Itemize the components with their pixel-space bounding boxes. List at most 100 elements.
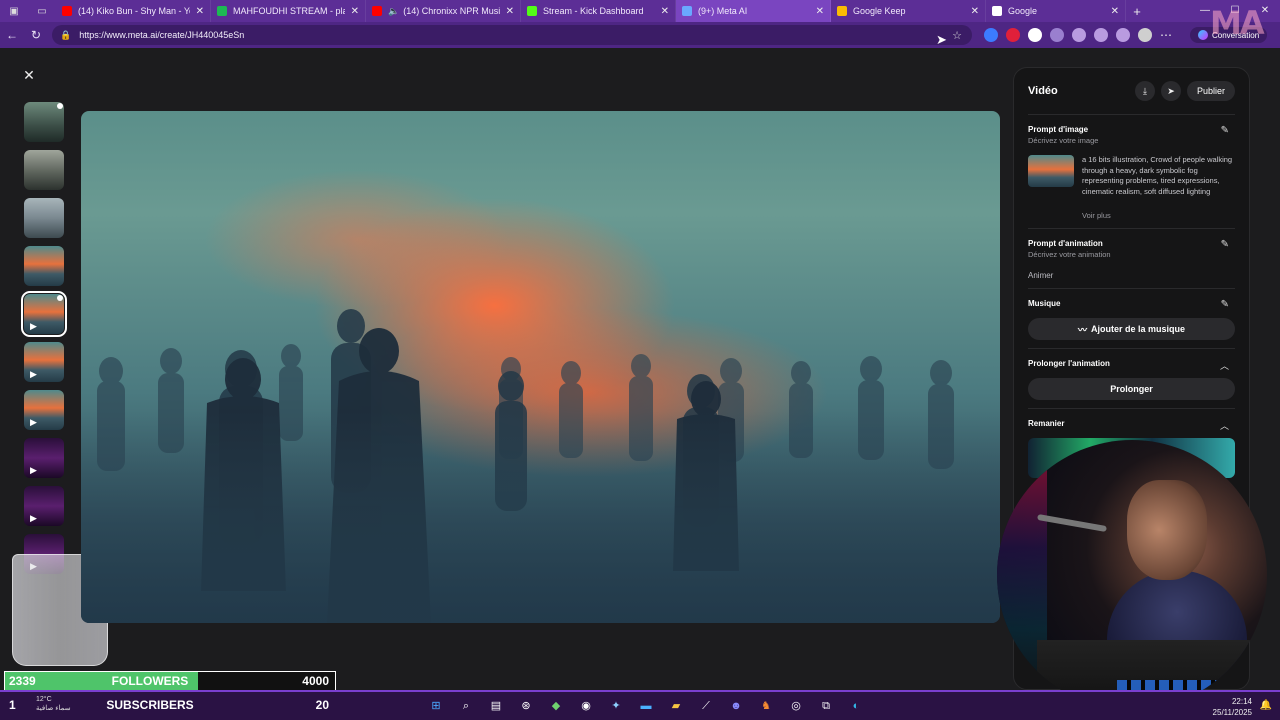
chevron-up-icon[interactable]: ︿ — [1220, 359, 1229, 372]
generated-video-preview[interactable] — [81, 111, 1000, 623]
music-heading: Musique — [1028, 299, 1061, 308]
clock-time: 22:14 — [1231, 697, 1252, 706]
video-thumbnail[interactable]: ▶ — [24, 438, 64, 478]
app-icon[interactable]: ▬ — [636, 696, 656, 716]
animation-prompt-sub: Décrivez votre animation — [1028, 250, 1111, 259]
animate-link[interactable]: Animer — [1028, 271, 1235, 280]
browser-tab[interactable]: Stream - Kick Dashboard ✕ — [521, 0, 676, 22]
discord-icon[interactable]: ☻ — [726, 696, 746, 716]
extension-icon[interactable] — [1006, 28, 1020, 42]
favorites-icon[interactable] — [1094, 28, 1108, 42]
keep-icon — [837, 6, 847, 16]
video-thumbnail[interactable]: ▶ — [21, 291, 67, 337]
edit-pencil-icon[interactable]: ✎ — [1221, 125, 1229, 136]
streamer-head — [1127, 480, 1207, 580]
notification-bell-icon[interactable]: 🔔 — [1260, 700, 1272, 711]
extend-button[interactable]: Prolonger — [1028, 378, 1235, 400]
tab-bar: ▣ ▭ (14) Kiko Bun - Shy Man - YouTu✕MAHF… — [0, 0, 1280, 22]
app-icon[interactable]: ⟋ — [696, 696, 716, 716]
tab-actions-icon[interactable]: ▭ — [28, 0, 56, 22]
image-thumbnail[interactable] — [24, 150, 64, 190]
extension-icon[interactable] — [1072, 28, 1086, 42]
video-thumbnail[interactable]: ▶ — [24, 390, 64, 430]
download-icon[interactable]: ⤓ — [1134, 81, 1155, 101]
favorite-star-icon[interactable]: ☆ — [952, 29, 962, 42]
prompt-thumbnail[interactable] — [1028, 155, 1074, 187]
browser-tab[interactable]: (14) Kiko Bun - Shy Man - YouTu ✕ — [56, 0, 211, 22]
close-tab-icon[interactable]: ✕ — [971, 6, 979, 17]
extension-icon[interactable] — [1028, 28, 1042, 42]
folder-icon[interactable]: ▰ — [666, 696, 686, 716]
browser-window: ▣ ▭ (14) Kiko Bun - Shy Man - YouTu✕MAHF… — [0, 0, 1280, 720]
refresh-extension-icon[interactable] — [1050, 28, 1064, 42]
search-icon[interactable]: ⌕ — [456, 696, 476, 716]
extension-icon[interactable] — [984, 28, 998, 42]
start-icon[interactable]: ⊞ — [426, 696, 446, 716]
app-icon[interactable]: ◎ — [786, 696, 806, 716]
see-more-link[interactable]: Voir plus — [1082, 211, 1235, 220]
mouse-cursor-icon: ➤ — [936, 32, 947, 47]
extend-heading: Prolonger l'animation — [1028, 359, 1110, 368]
browser-tab[interactable]: Google Keep ✕ — [831, 0, 986, 22]
app-icon[interactable]: ♞ — [756, 696, 776, 716]
image-prompt-section: Prompt d'image Décrivez votre image ✎ a … — [1028, 114, 1235, 228]
add-music-button[interactable]: 〰 Ajouter de la musique — [1028, 318, 1235, 340]
site-info-icon[interactable]: 🔒 — [60, 30, 71, 41]
followers-current: 2339 — [9, 674, 36, 688]
music-wave-icon: 〰 — [1077, 324, 1087, 335]
play-icon: ▶ — [30, 513, 37, 523]
url-field[interactable]: 🔒 https://www.meta.ai/create/JH440045eSn… — [52, 25, 972, 45]
capcut-icon[interactable]: ⧉ — [816, 696, 836, 716]
system-clock[interactable]: 22:14 25/11/2025 — [1213, 696, 1252, 718]
publish-button[interactable]: Publier — [1186, 81, 1235, 101]
refresh-icon[interactable]: ↻ — [24, 28, 48, 42]
edit-pencil-icon[interactable]: ✎ — [1221, 239, 1229, 250]
copilot-icon[interactable]: ✦ — [606, 696, 626, 716]
clock-date: 25/11/2025 — [1212, 708, 1252, 717]
network-icon[interactable]: ⊛ — [516, 696, 536, 716]
profile-avatar[interactable] — [1138, 28, 1152, 42]
animation-prompt-heading: Prompt d'animation — [1028, 239, 1103, 248]
add-music-label: Ajouter de la musique — [1090, 324, 1186, 334]
youtube-icon — [372, 6, 382, 16]
followers-label: FOLLOWERS — [111, 674, 189, 688]
panel-header: Vidéo ⤓ ➤ Publier — [1028, 68, 1235, 114]
edge-icon[interactable]: ◐ — [846, 696, 866, 716]
image-prompt-heading: Prompt d'image — [1028, 125, 1089, 134]
browser-tab[interactable]: MAHFOUDHI STREAM - playlist ✕ — [211, 0, 366, 22]
close-tab-icon[interactable]: ✕ — [506, 6, 514, 17]
close-tab-icon[interactable]: ✕ — [816, 6, 824, 17]
task-view-icon[interactable]: ▤ — [486, 696, 506, 716]
send-icon[interactable]: ➤ — [1160, 81, 1181, 101]
image-thumbnail[interactable] — [24, 246, 64, 286]
downloads-icon[interactable] — [1116, 28, 1130, 42]
browser-tab[interactable]: Google ✕ — [986, 0, 1126, 22]
music-section: Musique ✎ 〰 Ajouter de la musique — [1028, 288, 1235, 348]
video-thumbnail[interactable]: ▶ — [24, 486, 64, 526]
new-tab-button[interactable]: + — [1126, 4, 1148, 19]
taskbar-apps: ⊞ ⌕ ▤ ⊛ ◆ ◉ ✦ ▬ ▰ ⟋ ☻ ♞ ◎ ⧉ ◐ — [426, 696, 866, 716]
edit-pencil-icon[interactable]: ✎ — [1221, 299, 1229, 310]
google-icon — [992, 6, 1002, 16]
kick-icon — [527, 6, 537, 16]
more-menu-icon[interactable]: ⋯ — [1160, 28, 1172, 42]
close-tab-icon[interactable]: ✕ — [1111, 6, 1119, 17]
close-tab-icon[interactable]: ✕ — [196, 6, 204, 17]
video-thumbnail[interactable]: ▶ — [24, 342, 64, 382]
browser-tab[interactable]: 🔈 (14) Chronixx NPR Music T ✕ — [366, 0, 521, 22]
close-tab-icon[interactable]: ✕ — [351, 6, 359, 17]
browser-tab[interactable]: (9+) Meta AI ✕ — [676, 0, 831, 22]
app-icon[interactable]: ◆ — [546, 696, 566, 716]
speaker-icon[interactable]: 🔈 — [388, 6, 399, 17]
chevron-up-icon[interactable]: ︿ — [1220, 419, 1229, 432]
image-thumbnail[interactable] — [24, 198, 64, 238]
close-tab-icon[interactable]: ✕ — [661, 6, 669, 17]
obs-icon[interactable]: ◉ — [576, 696, 596, 716]
workspaces-icon[interactable]: ▣ — [0, 0, 28, 22]
close-icon[interactable]: ✕ — [20, 66, 38, 84]
play-icon: ▶ — [30, 369, 37, 379]
tab-title: Google — [1008, 6, 1038, 16]
address-bar: ← ↻ 🔒 https://www.meta.ai/create/JH44004… — [0, 22, 1280, 48]
back-icon[interactable]: ← — [0, 28, 24, 42]
image-thumbnail[interactable] — [24, 102, 64, 142]
